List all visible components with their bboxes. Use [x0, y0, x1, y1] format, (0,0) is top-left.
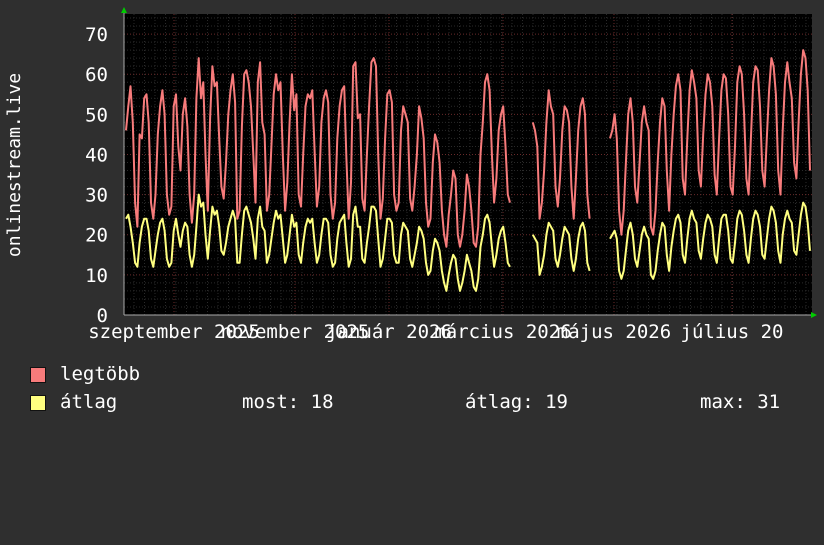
- y-tick-label: 20: [85, 225, 108, 247]
- legend-row-avg: átlag most: 18 átlag: 19 max: 31: [30, 391, 820, 545]
- y-axis-label: onlinestream.live: [4, 73, 25, 257]
- y-tick-label: 50: [85, 104, 108, 126]
- x-axis-arrow: [811, 312, 817, 318]
- x-axis-ticks: szeptember 2025november 2025január 2026m…: [88, 321, 783, 343]
- x-tick-label: július 20: [681, 321, 784, 343]
- legend-swatch-max: [30, 367, 46, 383]
- y-axis-arrow: [121, 7, 127, 13]
- legend-label-avg: átlag: [60, 391, 118, 413]
- x-tick-label: március 2026: [434, 321, 571, 343]
- legend-label-max: legtöbb: [60, 363, 141, 385]
- plot-background: [124, 14, 812, 315]
- legend-swatch-avg: [30, 395, 46, 411]
- x-tick-label: május 2026: [557, 321, 671, 343]
- y-axis-ticks: 010203040506070: [85, 24, 108, 327]
- y-tick-label: 70: [85, 24, 108, 46]
- y-tick-label: 30: [85, 185, 108, 207]
- y-tick-label: 60: [85, 64, 108, 86]
- y-tick-label: 40: [85, 144, 108, 166]
- y-tick-label: 10: [85, 265, 108, 287]
- stat-avg: átlag: 19: [465, 391, 568, 413]
- x-tick-label: január 2026: [326, 321, 452, 343]
- stat-now: most: 18: [242, 391, 334, 413]
- chart-root: 0 10 20 30 40 50 60 70 szeptember 2025 november …: [0, 0, 824, 430]
- stat-max: max: 31: [700, 391, 781, 413]
